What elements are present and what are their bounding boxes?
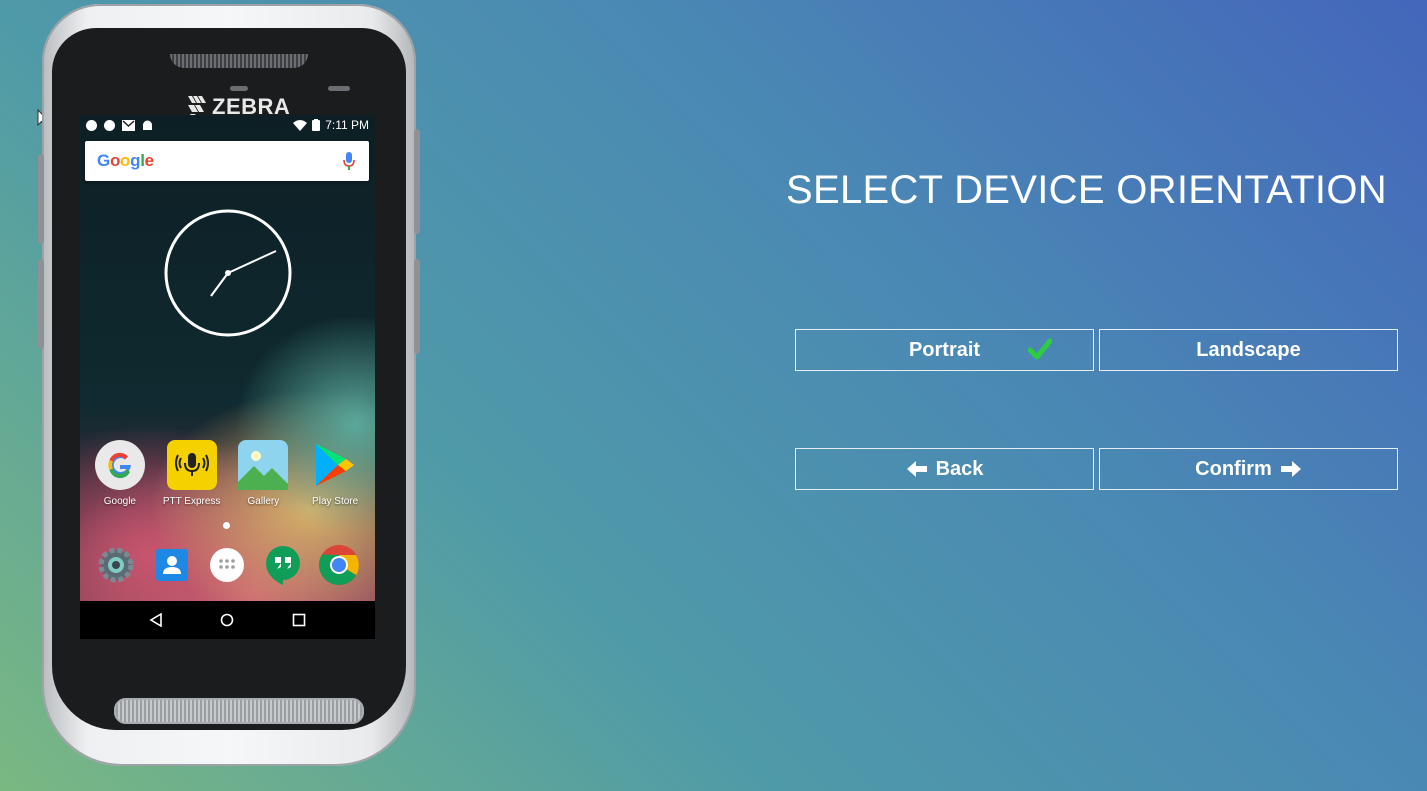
front-sensor bbox=[230, 86, 248, 91]
hangouts-icon[interactable] bbox=[261, 543, 305, 587]
device-mockup: ZEBRA 7:11 PM Google Google PTT Express … bbox=[38, 4, 420, 766]
analog-clock-widget[interactable] bbox=[163, 208, 293, 338]
gmail-icon bbox=[122, 119, 135, 131]
confirm-button[interactable]: Confirm bbox=[1099, 448, 1398, 490]
nav-home-icon[interactable] bbox=[220, 613, 234, 627]
app-label: Play Store bbox=[312, 496, 359, 507]
status-bar: 7:11 PM bbox=[80, 115, 375, 135]
shield-icon bbox=[104, 119, 115, 131]
android-icon bbox=[143, 120, 152, 130]
side-button-right-lower bbox=[414, 259, 420, 354]
ptt-express-icon bbox=[166, 440, 217, 490]
app-drawer-icon[interactable] bbox=[205, 543, 249, 587]
microphone-icon[interactable] bbox=[341, 151, 357, 171]
app-gallery[interactable]: Gallery bbox=[228, 440, 298, 507]
google-app-icon bbox=[94, 440, 145, 490]
page-title: SELECT DEVICE ORIENTATION bbox=[786, 168, 1387, 212]
back-button-label: Back bbox=[935, 457, 984, 480]
side-button-left bbox=[38, 154, 44, 244]
gallery-icon bbox=[238, 440, 289, 490]
status-time: 7:11 PM bbox=[325, 118, 369, 132]
confirm-button-label: Confirm bbox=[1195, 457, 1272, 480]
notification-icon bbox=[86, 119, 97, 131]
earpiece-grille bbox=[170, 54, 308, 68]
check-icon bbox=[1028, 338, 1052, 360]
arrow-left-icon bbox=[906, 461, 927, 477]
android-nav-bar bbox=[80, 601, 375, 639]
battery-icon bbox=[312, 119, 321, 131]
nav-recents-icon[interactable] bbox=[292, 613, 306, 627]
app-label: Google bbox=[103, 496, 136, 507]
google-search-bar[interactable]: Google bbox=[85, 141, 369, 181]
app-label: PTT Express bbox=[162, 496, 221, 507]
home-apps-row: Google PTT Express Gallery Play Store bbox=[80, 440, 375, 507]
device-screen: 7:11 PM Google Google PTT Express Galler… bbox=[80, 115, 375, 639]
app-play-store[interactable]: Play Store bbox=[300, 440, 370, 507]
bottom-speaker-grille bbox=[114, 698, 364, 724]
back-button[interactable]: Back bbox=[795, 448, 1094, 490]
arrow-right-icon bbox=[1280, 461, 1301, 477]
portrait-button[interactable]: Portrait bbox=[795, 329, 1094, 371]
contacts-icon[interactable] bbox=[150, 543, 194, 587]
app-google[interactable]: Google bbox=[85, 440, 155, 507]
chrome-icon[interactable] bbox=[317, 543, 361, 587]
front-sensor-right bbox=[328, 86, 350, 91]
landscape-button[interactable]: Landscape bbox=[1099, 329, 1398, 371]
nav-back-icon[interactable] bbox=[149, 613, 163, 627]
landscape-button-label: Landscape bbox=[1196, 338, 1301, 361]
play-store-icon bbox=[310, 440, 360, 490]
page-indicator-dot bbox=[223, 522, 230, 529]
google-wordmark: Google bbox=[97, 151, 154, 170]
side-button-left-lower bbox=[38, 259, 44, 349]
settings-icon[interactable] bbox=[94, 543, 138, 587]
portrait-button-label: Portrait bbox=[908, 338, 981, 361]
app-dock bbox=[80, 543, 375, 587]
wifi-icon bbox=[293, 119, 308, 131]
side-button-right bbox=[414, 129, 420, 234]
app-ptt-express[interactable]: PTT Express bbox=[157, 440, 227, 507]
app-label: Gallery bbox=[247, 496, 280, 507]
